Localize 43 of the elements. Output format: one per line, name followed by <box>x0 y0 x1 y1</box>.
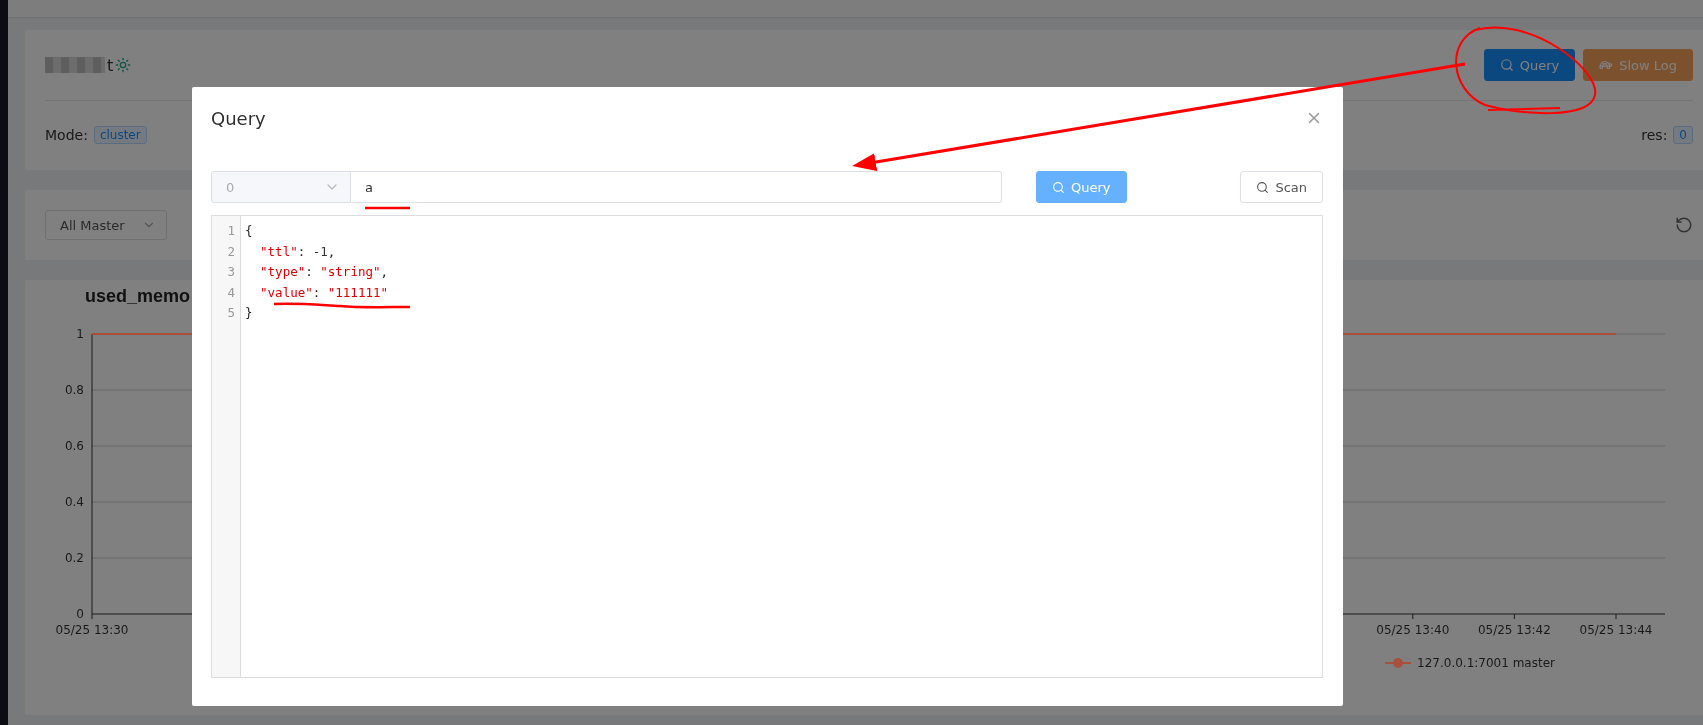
scan-button[interactable]: Scan <box>1240 171 1323 203</box>
search-icon <box>1499 58 1514 72</box>
key-input[interactable]: a <box>351 171 1002 203</box>
x-tick-label: 05/25 13:42 <box>1477 623 1551 637</box>
y-tick-label: 0.2 <box>64 551 84 565</box>
y-tick-label: 0.6 <box>64 439 84 453</box>
line-number: 1 <box>226 223 236 238</box>
x-tick-label: 05/25 13:40 <box>1376 623 1450 637</box>
db-select[interactable]: 0 <box>211 171 351 203</box>
search-icon <box>1052 180 1065 194</box>
info-label: res: <box>1641 127 1668 143</box>
query-button[interactable]: Query <box>1036 171 1127 203</box>
y-tick-label: 0 <box>76 607 84 621</box>
underline-mark <box>365 206 410 210</box>
page-title: t <box>107 55 114 75</box>
search-icon <box>1256 180 1270 194</box>
line-number: 5 <box>226 305 236 320</box>
code-line: "ttl": -1, <box>259 243 336 259</box>
code-line: "value": "111111" <box>259 284 388 300</box>
node-select[interactable]: All Master <box>45 210 167 240</box>
line-number: 3 <box>226 264 236 279</box>
code-line: "type": "string", <box>259 264 389 279</box>
code-line: } <box>245 305 253 320</box>
chart-title: used_memo <box>85 286 191 308</box>
mode-tag: cluster <box>93 126 147 144</box>
mode-label: Mode: <box>45 127 88 143</box>
sun-icon[interactable] <box>115 57 132 73</box>
code-editor[interactable]: 1 2 3 4 5 { "ttl": -1, "type": "string", "value": "111111" } <box>211 215 1323 678</box>
y-tick-label: 0.8 <box>64 383 84 397</box>
y-tick-label: 1 <box>76 327 84 341</box>
refresh-icon[interactable] <box>1675 216 1693 234</box>
query-button[interactable]: Query <box>1483 49 1576 81</box>
code-line: { <box>245 223 253 238</box>
x-tick-label: 05/25 13:44 <box>1579 623 1653 637</box>
line-number: 4 <box>226 284 236 300</box>
line-number: 2 <box>226 243 236 259</box>
legend-label[interactable]: 127.0.0.1:7001 master <box>1417 656 1555 670</box>
x-tick-label: 05/25 13:30 <box>55 623 129 637</box>
dialog-title: Query <box>211 107 266 129</box>
turtle-icon <box>1599 58 1614 72</box>
redacted-text <box>45 57 105 73</box>
y-tick-label: 0.4 <box>64 495 84 509</box>
count-tag: 0 <box>1673 126 1693 144</box>
